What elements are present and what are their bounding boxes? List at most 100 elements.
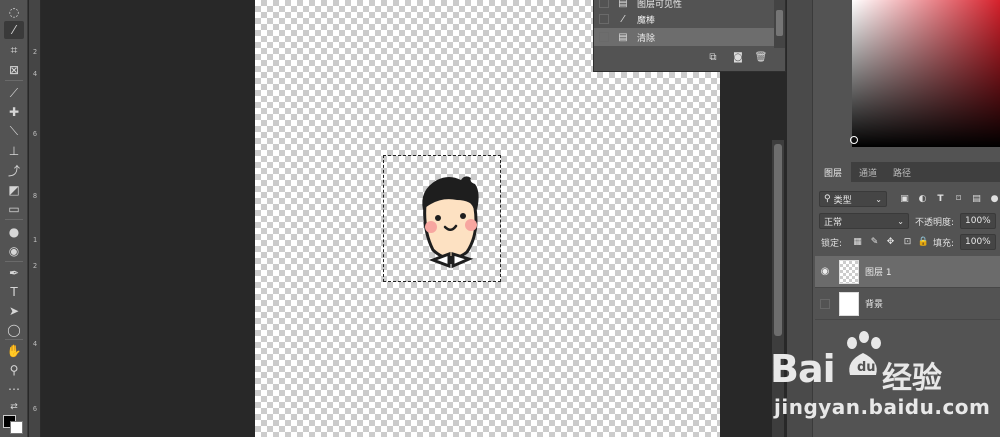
eyedropper-tool-icon[interactable]: ⟋: [4, 84, 24, 102]
tools-panel: ◌ ⁄ ⌗ ⊠ ⟋ ✚ ⟍ ⊥ ⤴ ◩ ▭ ● ◉ ✒ T ➤ ◯ ✋ ⚲ ⋯ …: [0, 0, 28, 437]
hand-tool-icon[interactable]: ✋: [4, 342, 24, 360]
opacity-value: 100%: [965, 216, 991, 226]
opacity-input[interactable]: 100%: [960, 213, 996, 229]
visibility-toggle[interactable]: [815, 288, 835, 320]
search-icon: ⚲: [824, 194, 831, 204]
filter-pixel-icon[interactable]: ▣: [899, 193, 910, 204]
background-color-swatch[interactable]: [10, 421, 23, 434]
ruler-label: 6: [32, 405, 38, 413]
eraser-tool-icon[interactable]: ◩: [4, 181, 24, 199]
layer-thumbnail: [839, 259, 859, 284]
tab-channels[interactable]: 通道: [851, 162, 885, 182]
tab-layers[interactable]: 图层: [815, 162, 851, 182]
ruler-label: 1: [32, 236, 38, 244]
type-tool-icon[interactable]: T: [4, 283, 24, 301]
toolbar-divider: [5, 219, 23, 220]
scrollbar-thumb[interactable]: [774, 144, 782, 336]
layer-row-layer-1[interactable]: ◉ 图层 1: [815, 256, 1000, 288]
fill-input[interactable]: 100%: [960, 234, 996, 250]
history-snapshot-checkbox[interactable]: [599, 32, 609, 42]
layer-name: 背景: [865, 300, 884, 310]
history-item[interactable]: ⁄ 魔棒: [594, 10, 774, 28]
watermark-brand-text: Bai: [770, 347, 836, 391]
history-snapshot-checkbox[interactable]: [599, 14, 609, 24]
photoshop-window: ◌ ⁄ ⌗ ⊠ ⟋ ✚ ⟍ ⊥ ⤴ ◩ ▭ ● ◉ ✒ T ➤ ◯ ✋ ⚲ ⋯ …: [0, 0, 1000, 437]
filter-shape-icon[interactable]: ⌑: [953, 193, 964, 204]
scrollbar-thumb[interactable]: [776, 10, 783, 36]
filter-toggle-icon[interactable]: ●: [989, 193, 1000, 204]
ruler-label: 2: [32, 48, 38, 56]
lock-all-icon[interactable]: 🔒: [918, 236, 929, 247]
layer-row-background[interactable]: 背景: [815, 288, 1000, 320]
swap-colors-icon[interactable]: ⇄: [4, 398, 24, 416]
document-icon: ▤: [618, 31, 628, 43]
clone-stamp-tool-icon[interactable]: ⊥: [4, 142, 24, 160]
color-picker-cursor[interactable]: [850, 136, 858, 144]
filter-adjustment-icon[interactable]: ◐: [917, 193, 928, 204]
history-item-label: 清除: [637, 33, 656, 44]
lock-transparent-pixels-icon[interactable]: ▦: [852, 236, 863, 247]
ruler-label: 4: [32, 70, 38, 78]
watermark-jingyan-text: 经验: [882, 361, 942, 396]
crop-tool-icon[interactable]: ⌗: [4, 41, 24, 59]
toolbar-divider: [5, 261, 23, 262]
layer-filter-dropdown[interactable]: ⚲ 类型 ⌄: [819, 191, 887, 207]
ruler-label: 4: [32, 340, 38, 348]
filter-type-icon[interactable]: T: [935, 193, 946, 204]
tab-paths[interactable]: 路径: [885, 162, 919, 182]
fill-value: 100%: [965, 237, 991, 247]
baidu-jingyan-watermark: Bai du 经验 jingyan.baidu.com: [770, 331, 991, 425]
history-item-label: 魔棒: [637, 15, 656, 26]
ruler-label: 2: [32, 262, 38, 270]
blend-mode-value: 正常: [824, 217, 843, 228]
zoom-tool-icon[interactable]: ⚲: [4, 361, 24, 379]
vertical-ruler: 2 4 6 8 1 2 4 6: [29, 0, 41, 437]
cartoon-face-image: [422, 176, 479, 269]
gradient-tool-icon[interactable]: ▭: [4, 200, 24, 218]
filter-smart-object-icon[interactable]: ▤: [971, 193, 982, 204]
lock-label: 锁定:: [821, 238, 843, 249]
baidu-paw-logo: du: [847, 331, 881, 375]
eye-icon[interactable]: ◉: [815, 256, 835, 288]
history-item-selected[interactable]: ▤ 清除: [594, 28, 774, 46]
layer-name: 图层 1: [865, 268, 892, 278]
lock-artboard-icon[interactable]: ⊡: [902, 236, 913, 247]
new-snapshot-icon[interactable]: ⧉: [706, 51, 720, 63]
filter-type-label: 类型: [833, 195, 852, 206]
fill-label: 填充:: [933, 238, 955, 249]
brush-tool-icon[interactable]: ⟍: [4, 122, 24, 140]
frame-tool-icon[interactable]: ⊠: [4, 61, 24, 79]
blend-mode-dropdown[interactable]: 正常 ⌄: [819, 213, 909, 229]
magic-wand-icon: ⁄: [622, 13, 624, 25]
trash-icon[interactable]: 🗑: [754, 51, 768, 63]
watermark-url: jingyan.baidu.com: [774, 395, 991, 419]
pen-tool-icon[interactable]: ✒: [4, 264, 24, 282]
toolbar-divider: [5, 339, 23, 340]
ruler-label: 8: [32, 192, 38, 200]
blur-tool-icon[interactable]: ●: [4, 223, 24, 241]
lock-position-icon[interactable]: ✥: [885, 236, 896, 247]
chevron-down-icon: ⌄: [875, 194, 882, 204]
chevron-down-icon: ⌄: [897, 216, 904, 226]
path-selection-tool-icon[interactable]: ➤: [4, 302, 24, 320]
color-picker-field[interactable]: [852, 0, 1000, 147]
history-scrollbar[interactable]: [774, 0, 785, 48]
history-item-label: 图层可见性: [637, 0, 683, 10]
lasso-tool-icon[interactable]: ◌: [4, 3, 24, 21]
svg-text:du: du: [857, 360, 876, 375]
history-snapshot-checkbox[interactable]: [599, 0, 609, 8]
history-panel: ▤ 图层可见性 ⁄ 魔棒 ▤ 清除 ⧉ ◙ 🗑: [593, 0, 786, 72]
shape-tool-icon[interactable]: ◯: [4, 321, 24, 339]
opacity-label: 不透明度:: [915, 217, 955, 228]
document-icon: ▤: [618, 0, 628, 9]
toolbar-divider: [5, 80, 23, 81]
more-tools-icon[interactable]: ⋯: [4, 380, 24, 398]
healing-brush-tool-icon[interactable]: ✚: [4, 103, 24, 121]
history-brush-tool-icon[interactable]: ⤴: [4, 162, 24, 180]
lock-image-pixels-icon[interactable]: ✎: [869, 236, 880, 247]
dodge-tool-icon[interactable]: ◉: [4, 242, 24, 260]
magic-wand-tool-icon[interactable]: ⁄: [4, 21, 24, 39]
layers-panel-tabs: 图层 通道 路径: [815, 162, 1000, 182]
layer-thumbnail: [839, 291, 859, 316]
camera-icon[interactable]: ◙: [731, 51, 745, 63]
